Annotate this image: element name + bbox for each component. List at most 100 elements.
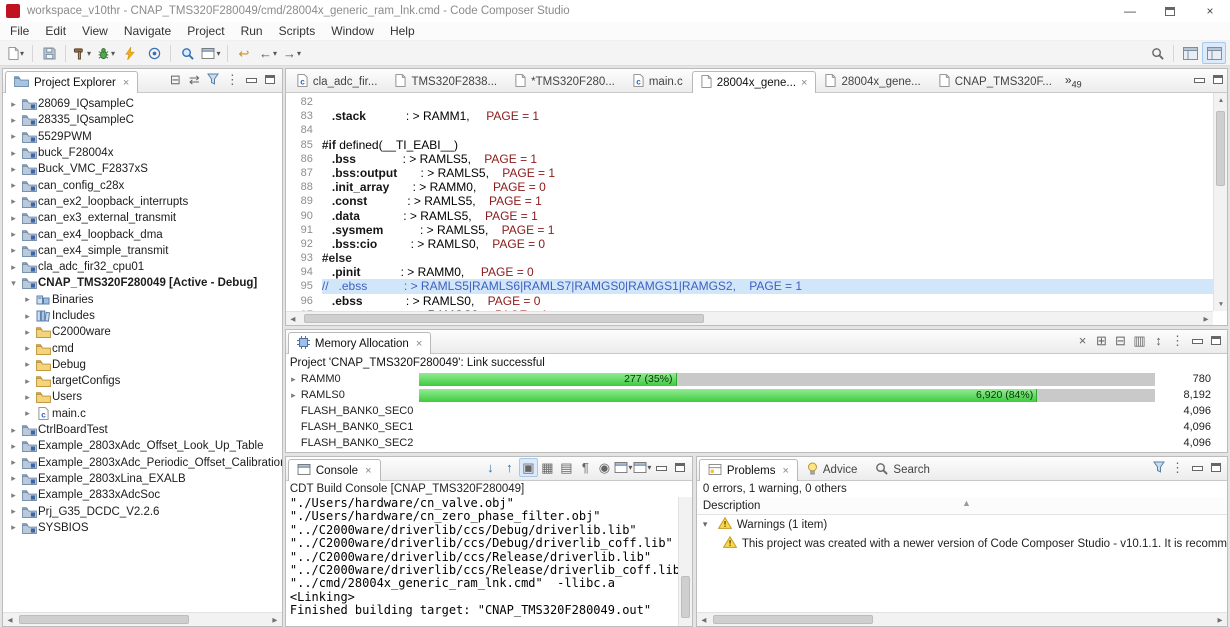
chevron-right-icon[interactable]: ▸ — [7, 229, 20, 240]
minimize-icon[interactable] — [652, 458, 671, 477]
ccs-edit-perspective-button[interactable] — [1202, 42, 1226, 64]
display-selected-console-dropdown[interactable]: ▾ — [614, 458, 633, 477]
project-explorer-hscrollbar[interactable]: ◀ ▶ — [3, 612, 282, 626]
tab-problems[interactable]: Problems× — [699, 459, 798, 481]
close-window-button[interactable]: × — [1190, 0, 1230, 22]
search-icon[interactable] — [1145, 42, 1169, 64]
code-line[interactable]: 82 — [286, 95, 1213, 109]
chevron-right-icon[interactable]: ▸ — [286, 390, 301, 401]
last-edit-location-button[interactable]: ↩ — [232, 42, 256, 64]
tree-item[interactable]: ▸C2000ware — [3, 324, 282, 340]
memory-row[interactable]: FLASH_BANK0_SEC14,096 — [286, 419, 1227, 435]
chevron-right-icon[interactable]: ▸ — [21, 376, 34, 387]
tab-console[interactable]: Console × — [288, 459, 381, 481]
maximize-icon[interactable] — [1206, 458, 1225, 477]
scrollbar-thumb[interactable] — [713, 615, 873, 624]
scrollbar-thumb[interactable] — [19, 615, 189, 624]
maximize-window-button[interactable] — [1150, 0, 1190, 22]
scroll-up-arrow-icon[interactable]: ▲ — [1214, 93, 1227, 107]
scroll-right-arrow-icon[interactable]: ▶ — [1199, 312, 1213, 325]
code-line[interactable]: 95// .ebss : > RAMLS5|RAMLS6|RAMLS7|RAMG… — [286, 279, 1213, 293]
warning-item-row[interactable]: This project was created with a newer ve… — [697, 534, 1227, 553]
tree-item[interactable]: ▸Example_2833xAdcSoc — [3, 487, 282, 503]
save-button[interactable] — [37, 42, 61, 64]
maximize-icon[interactable] — [261, 70, 280, 89]
memory-row[interactable]: ▸RAMM0277 (35%)780 — [286, 371, 1227, 387]
tab-overflow-indicator[interactable]: »49 — [1065, 73, 1082, 89]
code-line[interactable]: 94 .pinit : > RAMM0, PAGE = 0 — [286, 265, 1213, 279]
menu-project[interactable]: Project — [179, 24, 232, 38]
menu-edit[interactable]: Edit — [37, 24, 74, 38]
tree-item[interactable]: ▸Debug — [3, 357, 282, 373]
tree-item[interactable]: ▸cmain.c — [3, 406, 282, 422]
debug-button[interactable]: ▾ — [94, 42, 118, 64]
tree-item[interactable]: ▸Users — [3, 389, 282, 405]
tree-item[interactable]: ▸can_ex2_loopback_interrupts — [3, 194, 282, 210]
chevron-right-icon[interactable]: ▸ — [7, 425, 20, 436]
chevron-right-icon[interactable]: ▸ — [7, 148, 20, 159]
memory-row[interactable]: FLASH_BANK0_SEC04,096 — [286, 403, 1227, 419]
code-line[interactable]: 85#if defined(__TI_EABI__) — [286, 138, 1213, 152]
open-perspective-button[interactable] — [1178, 42, 1202, 64]
close-icon[interactable]: × — [123, 77, 129, 89]
code-line[interactable]: 93#else — [286, 251, 1213, 265]
close-icon[interactable]: × — [801, 77, 807, 89]
tree-item[interactable]: ▸CtrlBoardTest — [3, 422, 282, 438]
tab-search[interactable]: Search — [866, 458, 938, 480]
code-line[interactable]: 87 .bss:output : > RAMLS5, PAGE = 1 — [286, 166, 1213, 180]
filter-icon[interactable] — [204, 70, 223, 89]
open-console-toolbar-dropdown[interactable]: ▾ — [199, 42, 223, 64]
scrollbar-thumb[interactable] — [304, 314, 704, 323]
console-output[interactable]: "./Users/hardware/cn_valve.obj""./Users/… — [286, 497, 692, 626]
tree-item[interactable]: ▸Includes — [3, 308, 282, 324]
editor-vscrollbar[interactable]: ▲ ▼ — [1213, 93, 1227, 311]
code-line[interactable]: 90 .data : > RAMLS5, PAGE = 1 — [286, 209, 1213, 223]
tree-item[interactable]: ▸5529PWM — [3, 129, 282, 145]
view-menu-icon[interactable]: ⋮ — [1168, 331, 1187, 350]
menu-view[interactable]: View — [74, 24, 116, 38]
link-with-editor-icon[interactable]: ⇄ — [185, 70, 204, 89]
minimize-icon[interactable] — [1187, 331, 1206, 350]
code-line[interactable]: 91 .sysmem : > RAMLS5, PAGE = 1 — [286, 223, 1213, 237]
editor-tab[interactable]: *TMS320F280... — [506, 70, 624, 92]
tree-item[interactable]: ▸Binaries — [3, 292, 282, 308]
scrollbar-thumb[interactable] — [1216, 111, 1225, 186]
new-target-configuration-button[interactable] — [142, 42, 166, 64]
tree-item[interactable]: ▸cmd — [3, 340, 282, 356]
code-line[interactable]: 83 .stack : > RAMM1, PAGE = 1 — [286, 109, 1213, 123]
collapse-all-icon[interactable]: ⊟ — [166, 70, 185, 89]
code-line[interactable]: 92 .bss:cio : > RAMLS0, PAGE = 0 — [286, 237, 1213, 251]
minimize-icon[interactable] — [1189, 70, 1208, 89]
tree-item[interactable]: ▸Example_2803xLina_EXALB — [3, 471, 282, 487]
open-console-dropdown[interactable]: ▾ — [633, 458, 652, 477]
chevron-right-icon[interactable]: ▸ — [7, 457, 20, 468]
warnings-group-row[interactable]: ▾ Warnings (1 item) — [697, 515, 1227, 534]
view-menu-icon[interactable]: ⋮ — [223, 70, 242, 89]
tree-item[interactable]: ▸28335_IQsampleC — [3, 112, 282, 128]
close-icon[interactable]: × — [416, 338, 422, 350]
collapse-all-icon[interactable]: ⊟ — [1111, 331, 1130, 350]
chevron-right-icon[interactable]: ▸ — [286, 374, 301, 385]
chevron-right-icon[interactable]: ▸ — [7, 99, 20, 110]
tree-item[interactable]: ▸SYSBIOS — [3, 520, 282, 536]
editor-tab[interactable]: 28004x_gene...× — [692, 71, 817, 93]
show-console-on-output-toggle[interactable]: ▣ — [519, 458, 538, 477]
chevron-right-icon[interactable]: ▸ — [21, 359, 34, 370]
pin-console-icon[interactable]: ◉ — [595, 458, 614, 477]
back-button[interactable]: ←▾ — [256, 42, 280, 64]
code-line[interactable]: 84 — [286, 123, 1213, 137]
code-line[interactable]: 96 .ebss : > RAMLS0, PAGE = 0 — [286, 294, 1213, 308]
new-wizard-dropdown[interactable]: ▾ — [4, 42, 28, 64]
chevron-right-icon[interactable]: ▸ — [7, 262, 20, 273]
menu-file[interactable]: File — [2, 24, 37, 38]
build-button[interactable]: ▾ — [70, 42, 94, 64]
tree-item[interactable]: ▸28069_IQsampleC — [3, 96, 282, 112]
chevron-right-icon[interactable]: ▸ — [21, 408, 34, 419]
tree-item[interactable]: ▾CNAP_TMS320F280049 [Active - Debug] — [3, 275, 282, 291]
problems-hscrollbar[interactable]: ◀ ▶ — [697, 612, 1227, 626]
close-icon[interactable]: × — [365, 465, 371, 477]
flash-button[interactable] — [118, 42, 142, 64]
scrollbar-thumb[interactable] — [681, 576, 690, 618]
chevron-right-icon[interactable]: ▸ — [7, 164, 20, 175]
scroll-left-arrow-icon[interactable]: ◀ — [286, 312, 300, 325]
